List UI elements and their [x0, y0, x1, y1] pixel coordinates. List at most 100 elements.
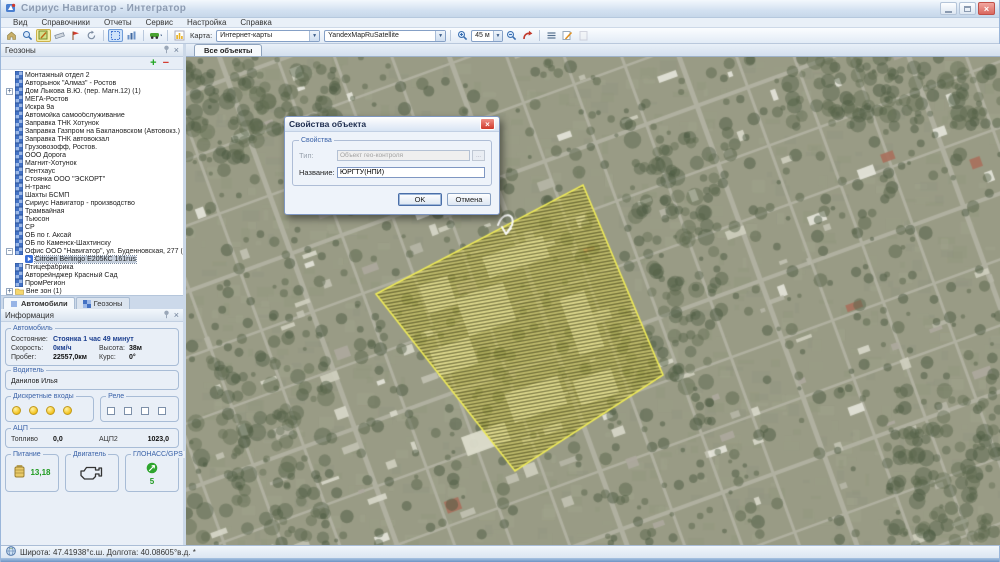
tree-item-geozone[interactable]: Тьюсон	[1, 215, 183, 223]
tree-item-geozone[interactable]: Магнит-Хотунок	[1, 159, 183, 167]
tree-item-geozone[interactable]: Авторынок "Алмаз" - Ростов	[1, 79, 183, 87]
name-field[interactable]	[337, 167, 485, 178]
relay-checkboxes	[105, 403, 174, 418]
select-region-icon[interactable]	[108, 29, 123, 42]
mileage-value: 22557,0км	[53, 354, 87, 361]
geozone-icon	[15, 159, 23, 167]
menu-item[interactable]: Отчеты	[98, 18, 138, 27]
tree-item-geozone[interactable]: −Офис ООО "Навигатор", ул. Буденновская,…	[1, 247, 183, 255]
tree-item-geozone[interactable]: Заправка ТНК Хотунок	[1, 119, 183, 127]
chart-icon[interactable]	[172, 29, 187, 42]
geozone-icon	[15, 263, 23, 271]
restore-button[interactable]	[959, 2, 976, 15]
tree-item-vehicle[interactable]: Citroen Berlingo Е205КС 161rus	[1, 255, 183, 263]
zoom-out-icon[interactable]	[504, 29, 519, 42]
tree-item-label: Дом Лыкова В.Ю. (пер. Магн.12) (1)	[25, 88, 141, 95]
close-panel-icon[interactable]: ×	[174, 310, 179, 320]
relay-checkbox[interactable]	[107, 407, 115, 415]
zoom-in-icon[interactable]	[455, 29, 470, 42]
expand-icon[interactable]: +	[6, 288, 13, 295]
geozone-icon	[15, 119, 23, 127]
minimize-button[interactable]	[940, 2, 957, 15]
tab-geozones[interactable]: Геозоны	[76, 297, 130, 309]
measure-icon[interactable]	[52, 29, 67, 42]
map-tab-all-objects[interactable]: Все объекты	[194, 44, 262, 56]
tree-item-geozone[interactable]: Трамвайная	[1, 207, 183, 215]
expand-icon[interactable]: +	[6, 88, 13, 95]
tree-item-geozone[interactable]: Пентхаус	[1, 167, 183, 175]
objects-icon[interactable]	[124, 29, 139, 42]
tree-item-geozone[interactable]: ООО Дорога	[1, 151, 183, 159]
flag-icon[interactable]	[68, 29, 83, 42]
tree-item-geozone[interactable]: Заправка ТНК автовокзал	[1, 135, 183, 143]
home-icon[interactable]	[4, 29, 19, 42]
tree-item-geozone[interactable]: СР	[1, 223, 183, 231]
tree-item-geozone[interactable]: ОБ по г. Аксай	[1, 231, 183, 239]
tree-item-label: ПромРегион	[25, 280, 65, 287]
menu-item[interactable]: Сервис	[140, 18, 179, 27]
tree-item-geozone[interactable]: Заправка Газпром на Баклановском (Автово…	[1, 127, 183, 135]
refresh-icon[interactable]	[84, 29, 99, 42]
map-layer-select[interactable]: YandexMapRuSatellite ▼	[324, 30, 446, 42]
geozones-panel-header: Геозоны ×	[1, 44, 183, 57]
dialog-close-button[interactable]: ×	[480, 118, 495, 130]
tree-item-geozone[interactable]: Авторейнджер Красный Сад	[1, 271, 183, 279]
relay-checkbox[interactable]	[141, 407, 149, 415]
page-icon[interactable]	[576, 29, 591, 42]
pin-icon[interactable]	[163, 45, 170, 56]
tree-item-geozone[interactable]: Грузовозофф, Ростов.	[1, 143, 183, 151]
search-icon[interactable]	[20, 29, 35, 42]
driver-value: Данилов Илья	[11, 378, 58, 385]
menu-item[interactable]: Настройка	[181, 18, 232, 27]
dialog-titlebar[interactable]: Свойства объекта ×	[285, 117, 499, 132]
tree-item-geozone[interactable]: Шахты БСМП	[1, 191, 183, 199]
tree-item-geozone[interactable]: Искра 9а	[1, 103, 183, 111]
toolbar-separator	[103, 30, 104, 41]
scale-select[interactable]: 45 м ▼	[471, 30, 503, 42]
menu-item[interactable]: Вид	[7, 18, 33, 27]
tree-item-geozone[interactable]: МЕГА-Ростов	[1, 95, 183, 103]
relay-checkbox[interactable]	[124, 407, 132, 415]
tree-item-label: Заправка ТНК автовокзал	[25, 136, 109, 143]
tree-item-geozone[interactable]: Сириус Навигатор - производство	[1, 199, 183, 207]
type-field: Объект гео-контроля	[337, 150, 470, 161]
discrete-inputs-title: Дискретные входы	[11, 393, 76, 400]
fuel-label: Топливо	[11, 436, 53, 443]
menu-item[interactable]: Справочники	[35, 18, 95, 27]
properties-group: Свойства Тип: Объект гео-контроля ... На…	[292, 140, 492, 186]
tree-item-geozone[interactable]: +Вне зон (1)	[1, 287, 183, 295]
geozone-icon	[15, 247, 23, 255]
dialog-title: Свойства объекта	[289, 119, 366, 129]
tree-item-geozone[interactable]: Н-транс	[1, 183, 183, 191]
browse-button[interactable]: ...	[472, 150, 485, 161]
tree-item-geozone[interactable]: Стоянка ООО "ЭСКОРТ"	[1, 175, 183, 183]
ok-button[interactable]: OK	[398, 193, 442, 206]
pin-icon[interactable]	[163, 310, 170, 321]
add-geozone-button[interactable]: +	[150, 59, 156, 68]
tree-item-geozone[interactable]: ПромРегион	[1, 279, 183, 287]
tree-item-geozone[interactable]: Автомойка самообслуживание	[1, 111, 183, 119]
menubar: ВидСправочникиОтчетыСервисНастройкаСправ…	[1, 18, 999, 28]
relay-checkbox[interactable]	[158, 407, 166, 415]
vehicle-icon[interactable]	[148, 29, 163, 42]
cancel-button[interactable]: Отмена	[447, 193, 491, 206]
menu-item[interactable]: Справка	[234, 18, 277, 27]
tab-vehicles[interactable]: Автомобили	[3, 297, 75, 309]
close-panel-icon[interactable]: ×	[174, 45, 179, 55]
tree-item-geozone[interactable]: Монтажный отдел 2	[1, 71, 183, 79]
tree-item-geozone[interactable]: + Дом Лыкова В.Ю. (пер. Магн.12) (1)	[1, 87, 183, 95]
collapse-icon[interactable]: −	[6, 248, 13, 255]
center-map-icon[interactable]	[520, 29, 535, 42]
draw-geozone-icon[interactable]	[36, 29, 51, 42]
chevron-down-icon: ▼	[435, 31, 445, 41]
tree-item-geozone[interactable]: Птицефабрика	[1, 263, 183, 271]
list-icon[interactable]	[544, 29, 559, 42]
tree-item-geozone[interactable]: ОБ по Каменск-Шахтинску	[1, 239, 183, 247]
remove-geozone-button[interactable]: −	[163, 59, 169, 68]
edit-icon[interactable]	[560, 29, 575, 42]
close-button[interactable]: ×	[978, 2, 995, 15]
name-label: Название:	[299, 168, 337, 177]
map-source-select[interactable]: Интернет-карты ▼	[216, 30, 320, 42]
tree-item-label: Искра 9а	[25, 104, 54, 111]
adc2-value: 1023,0	[148, 436, 169, 443]
